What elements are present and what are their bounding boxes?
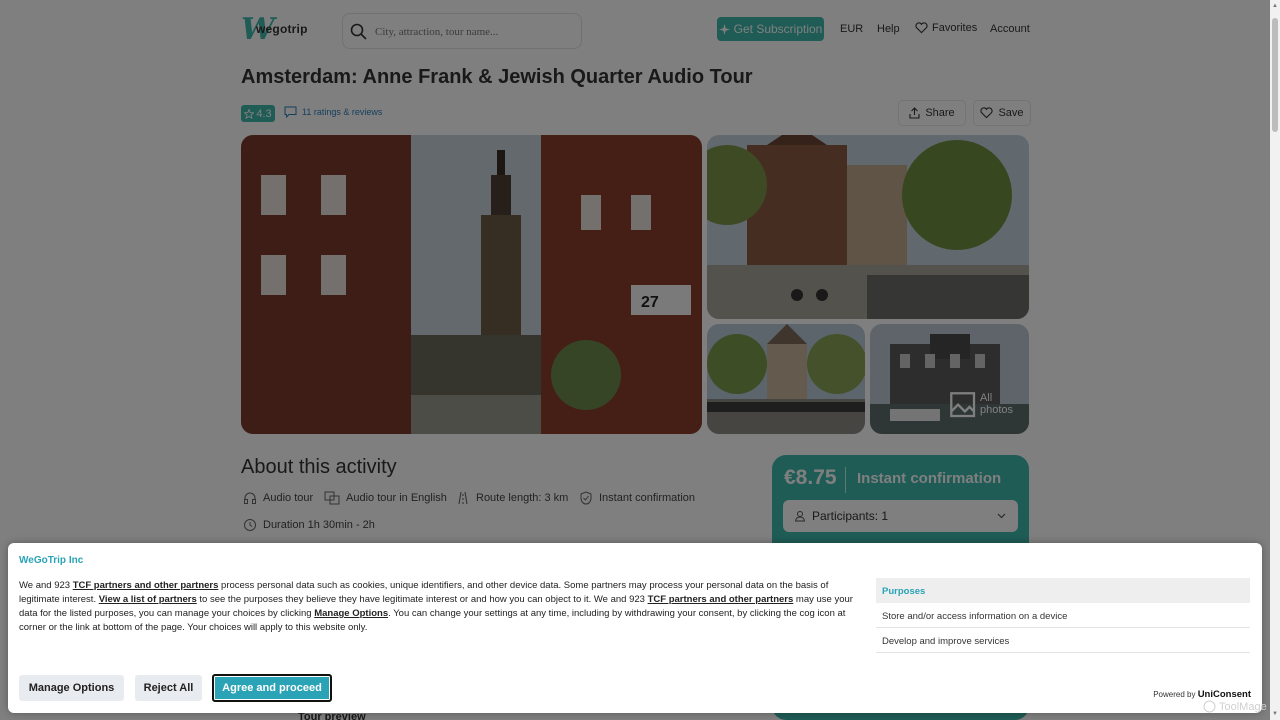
purposes-list: Purposes Store and/or access information… [876, 578, 1250, 653]
consent-text-part: We and 923 [19, 580, 73, 591]
tcf-partners-link[interactable]: TCF partners and other partners [73, 580, 219, 591]
consent-text: We and 923 TCF partners and other partne… [19, 579, 865, 635]
manage-options-link[interactable]: Manage Options [314, 608, 388, 619]
uniconsent-brand[interactable]: UniConsent [1198, 689, 1251, 700]
watermark: ToolMage [1203, 700, 1267, 713]
agree-and-proceed-button[interactable]: Agree and proceed [212, 674, 332, 702]
view-partners-link[interactable]: View a list of partners [99, 594, 197, 605]
consent-dialog: WeGoTrip Inc We and 923 TCF partners and… [8, 543, 1262, 713]
scroll-up-arrow[interactable]: ▲ [1271, 2, 1279, 10]
purpose-item: Store and/or access information on a dev… [876, 603, 1250, 628]
powered-by: Powered by UniConsent [1153, 689, 1251, 700]
reject-all-button[interactable]: Reject All [135, 675, 202, 701]
scroll-down-arrow[interactable]: ▼ [1271, 710, 1279, 718]
scrollbar[interactable]: ▲ ▼ [1270, 0, 1280, 720]
purposes-heading: Purposes [876, 578, 1250, 603]
powered-by-text: Powered by [1153, 690, 1198, 699]
purpose-item: Develop and improve services [876, 628, 1250, 653]
consent-company: WeGoTrip Inc [19, 555, 84, 566]
consent-text-part: to see the purposes they believe they ha… [196, 594, 648, 605]
watermark-text: ToolMage [1219, 700, 1267, 713]
manage-options-button[interactable]: Manage Options [19, 675, 124, 701]
tcf-partners-link[interactable]: TCF partners and other partners [648, 594, 794, 605]
scroll-thumb[interactable] [1272, 18, 1278, 132]
watermark-icon [1203, 700, 1216, 713]
